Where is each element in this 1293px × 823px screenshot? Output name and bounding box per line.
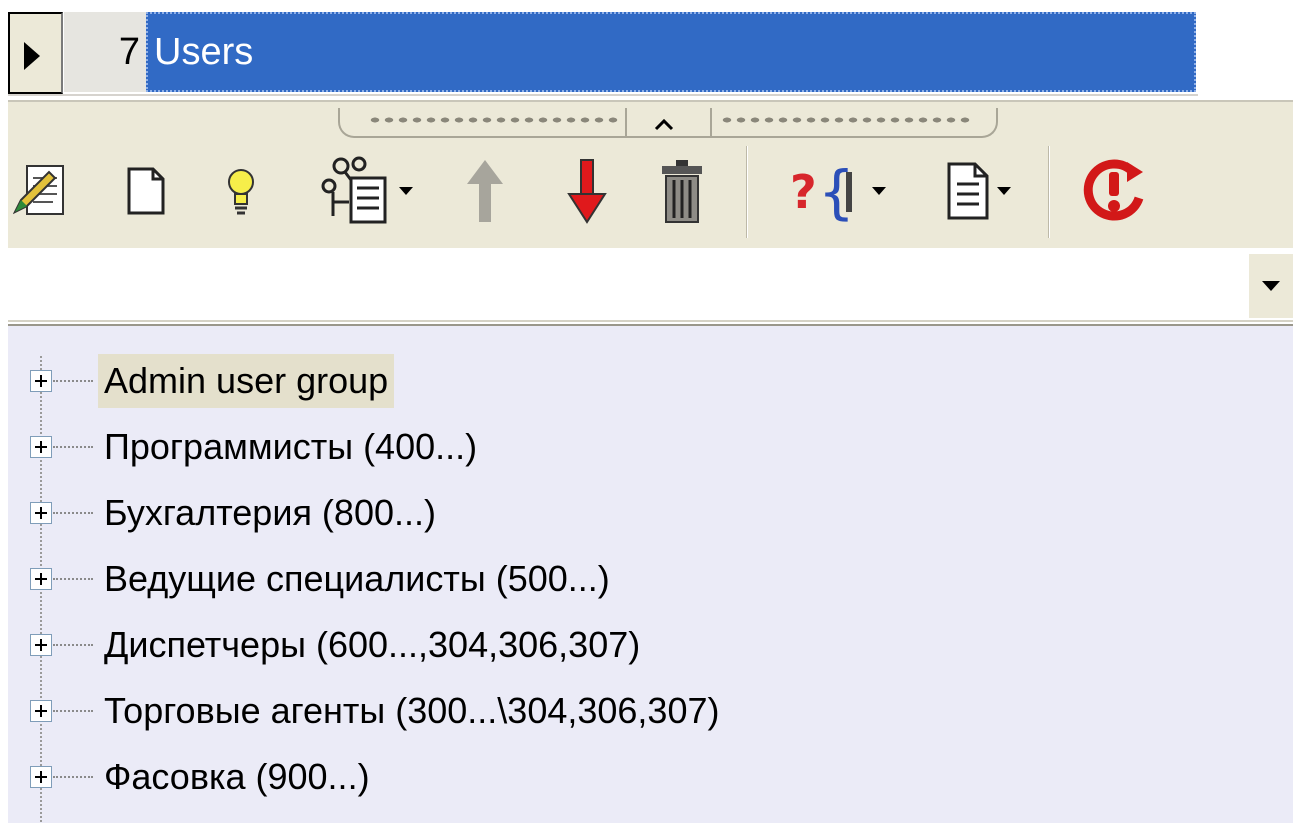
expand-plus-icon[interactable] <box>30 370 52 392</box>
tree-connector <box>53 512 93 514</box>
grid-divider <box>8 94 1198 96</box>
splitter-dots-right <box>720 116 970 124</box>
tree-item-label[interactable]: Ведущие специалисты (500...) <box>98 552 616 606</box>
chevron-down-icon <box>1262 281 1280 291</box>
toolbar-separator <box>746 146 748 238</box>
edit-document-icon <box>13 165 64 215</box>
expand-plus-icon[interactable] <box>30 766 52 788</box>
collapse-up-icon[interactable] <box>652 116 676 132</box>
tree-item-label[interactable]: Фасовка (900...) <box>98 750 376 804</box>
chevron-down-icon <box>997 187 1011 195</box>
expand-plus-icon[interactable] <box>30 634 52 656</box>
row-indicator[interactable] <box>8 12 63 94</box>
tree-item-label[interactable]: Диспетчеры (600...,304,306,307) <box>98 618 646 672</box>
query-braces-icon: ? { <box>790 158 855 224</box>
refresh-alert-icon <box>1083 159 1144 221</box>
combobox-dropdown-button[interactable] <box>1249 254 1293 318</box>
chevron-down-icon <box>399 187 413 195</box>
tree-connector <box>53 644 93 646</box>
expand-plus-icon[interactable] <box>30 502 52 524</box>
user-group-tree[interactable]: Admin user group Программисты (400...) Б… <box>8 324 1293 823</box>
svg-text:?: ? <box>790 165 817 219</box>
tree-item-label[interactable]: Бухгалтерия (800...) <box>98 486 442 540</box>
tree-connector <box>53 446 93 448</box>
splitter-dots-left <box>368 116 618 124</box>
tree-item-label[interactable]: Программисты (400...) <box>98 420 483 474</box>
report-document-icon <box>947 162 989 220</box>
tree-item-label[interactable]: Admin user group <box>98 354 395 408</box>
move-down-button[interactable] <box>558 148 616 234</box>
tree-connector <box>53 380 93 382</box>
users-grid-row[interactable]: 7 Users <box>0 0 1293 100</box>
new-button[interactable] <box>116 148 176 234</box>
splitter-divider <box>625 108 627 136</box>
filter-combobox[interactable] <box>8 250 1293 322</box>
move-up-button[interactable] <box>456 148 514 234</box>
tree-connector <box>53 710 93 712</box>
chevron-down-icon <box>872 187 886 195</box>
hint-button[interactable] <box>214 148 268 234</box>
move-down-arrow-icon <box>567 159 607 224</box>
trash-icon <box>662 160 702 223</box>
report-dropdown-button[interactable] <box>928 148 1028 234</box>
expand-plus-icon[interactable] <box>30 436 52 458</box>
query-dropdown-button[interactable]: ? { <box>778 148 898 234</box>
toolbar-separator <box>1048 146 1050 238</box>
tree-connector <box>53 578 93 580</box>
structure-dropdown-button[interactable] <box>308 148 424 234</box>
row-number-cell[interactable]: 7 <box>64 12 146 92</box>
splitter-grip[interactable] <box>338 108 998 138</box>
splitter-divider <box>710 108 712 136</box>
refresh-button[interactable] <box>1074 148 1154 234</box>
expand-plus-icon[interactable] <box>30 700 52 722</box>
tree-item-label[interactable]: Торговые агенты (300...\304,306,307) <box>98 684 725 738</box>
current-row-arrow-icon <box>24 42 40 70</box>
edit-button[interactable] <box>10 148 74 234</box>
delete-button[interactable] <box>652 148 712 234</box>
tree-structure-icon <box>321 156 387 224</box>
expand-plus-icon[interactable] <box>30 568 52 590</box>
toolbar-panel: ? { <box>8 100 1293 248</box>
move-up-arrow-icon <box>467 160 503 222</box>
row-name-cell[interactable]: Users <box>146 12 1196 92</box>
lightbulb-icon <box>228 169 254 215</box>
new-document-icon <box>127 167 165 215</box>
tree-connector <box>53 776 93 778</box>
